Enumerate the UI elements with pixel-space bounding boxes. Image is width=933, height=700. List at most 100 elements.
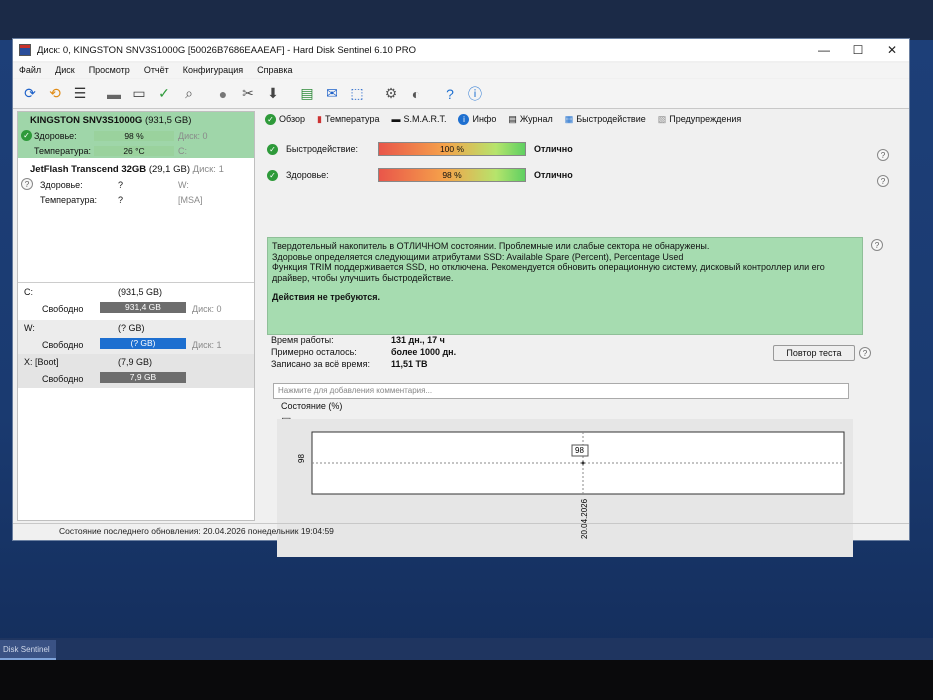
free-bar: 7,9 GB xyxy=(100,372,186,383)
performance-label: Быстродействие: xyxy=(286,144,359,154)
tab-overview[interactable]: ✓ Обзор xyxy=(261,113,309,125)
status-line: Здоровье определяется следующими атрибут… xyxy=(272,251,684,262)
performance-icon: ▦ xyxy=(564,113,574,124)
volume-name: X: [Boot] xyxy=(24,357,59,367)
thermometer-icon: ▮ xyxy=(317,113,322,124)
refresh-all-icon[interactable]: ⟲ xyxy=(44,83,66,105)
disk-ok-icon[interactable]: ✓ xyxy=(153,83,175,105)
tab-log[interactable]: ▤ Журнал xyxy=(504,114,556,125)
alerts-icon: ▧ xyxy=(657,113,667,124)
window-controls: — ☐ ✕ xyxy=(807,39,909,61)
menu-report[interactable]: Отчёт xyxy=(144,63,169,78)
tab-smart[interactable]: ▬ S.M.A.R.T. xyxy=(387,114,450,124)
ok-icon: ✓ xyxy=(267,143,278,155)
stat-value: 11,51 TB xyxy=(391,359,428,369)
free-label: Свободно xyxy=(42,304,84,314)
disk-item-jetflash[interactable]: JetFlash Transcend 32GB (29,1 GB) Диск: … xyxy=(18,161,254,207)
volume-disk: Диск: 0 xyxy=(192,304,222,314)
disk-name: KINGSTON SNV3S1000G xyxy=(30,114,143,126)
help-retest-icon[interactable]: ? xyxy=(859,347,871,359)
tab-performance[interactable]: ▦ Быстродействие xyxy=(561,114,650,125)
status-bar: Состояние последнего обновления: 20.04.2… xyxy=(13,523,909,539)
title-bar[interactable]: Диск: 0, KINGSTON SNV3S1000G [50026B7686… xyxy=(13,39,909,61)
menu-config[interactable]: Конфигурация xyxy=(183,63,243,78)
volume-name: C: xyxy=(24,287,33,297)
app-logo-icon xyxy=(19,44,31,56)
health-row: ✓ Здоровье: 98 % Отлично xyxy=(267,167,573,183)
performance-result: Отлично xyxy=(534,144,573,154)
toolbar: ⟳ ⟲ ☰ ▬ ▭ ✓ ⌕ ● ✂ ⬇ ▤ ✉ ⬚ ⚙ ◐ ? ⓘ xyxy=(13,79,909,109)
help-health-icon[interactable]: ? xyxy=(877,175,889,187)
temp-label: Температура: xyxy=(40,194,98,205)
log-icon: ▤ xyxy=(508,113,517,124)
volume-x-boot[interactable]: X: [Boot] (7,9 GB) Свободно 7,9 GB xyxy=(18,354,254,388)
tools-icon[interactable]: ✂ xyxy=(237,83,259,105)
menu-view[interactable]: Просмотр xyxy=(89,63,130,78)
disk-index: Диск: 1 xyxy=(192,163,224,175)
health-label: Здоровье: xyxy=(40,179,83,190)
disk-index: Диск: 0 xyxy=(178,130,208,141)
menu-help[interactable]: Справка xyxy=(257,63,292,78)
info-icon[interactable]: ⓘ xyxy=(464,83,486,105)
health-label: Здоровье: xyxy=(286,170,329,180)
smart-icon: ▬ xyxy=(391,114,401,124)
tab-alerts[interactable]: ▧ Предупреждения xyxy=(654,114,745,125)
status-action: Действия не требуются. xyxy=(272,292,380,302)
menu-file[interactable]: Файл xyxy=(19,63,41,78)
chart-y-tick: 98 xyxy=(297,454,306,463)
status-line: Твердотельный накопитель в ОТЛИЧНОМ сост… xyxy=(272,241,710,251)
chart-point-label: 98 xyxy=(575,446,584,455)
tab-temperature[interactable]: ▮ Температура xyxy=(313,114,383,125)
main-panel: ✓ Обзор ▮ Температура ▬ S.M.A.R.T. i Инфо ▤ Ж… xyxy=(261,111,897,557)
free-bar: (? GB) xyxy=(100,338,186,349)
disk-panel: KINGSTON SNV3S1000G (931,5 GB) ✓ Здоровь… xyxy=(17,111,255,521)
menu-disk[interactable]: Диск xyxy=(55,63,75,78)
disk-size: (931,5 GB) xyxy=(144,114,192,126)
desktop-top xyxy=(0,0,933,40)
performance-row: ✓ Быстродействие: 100 % Отлично xyxy=(267,141,573,157)
monitor-bezel xyxy=(0,660,933,700)
temp-label: Температура: xyxy=(34,145,92,156)
volume-disk: Диск: 1 xyxy=(192,340,222,350)
ok-icon: ✓ xyxy=(267,169,278,181)
health-result: Отлично xyxy=(534,170,573,180)
taskbar-app-button[interactable]: Disk Sentinel xyxy=(0,640,56,660)
disk-item-kingston[interactable]: KINGSTON SNV3S1000G (931,5 GB) ✓ Здоровь… xyxy=(18,112,254,158)
health-bar: 98 % xyxy=(378,168,526,182)
hdd-icon[interactable]: ● xyxy=(212,83,234,105)
unknown-status-icon: ? xyxy=(21,178,33,190)
usb-icon[interactable]: ⬇ xyxy=(262,83,284,105)
comment-input[interactable]: Нажмите для добавления комментария... xyxy=(273,383,849,399)
report-icon[interactable]: ▤ xyxy=(296,83,318,105)
drive-letter: C: xyxy=(178,145,187,156)
volume-w[interactable]: W: (? GB) Свободно (? GB) Диск: 1 xyxy=(18,320,254,354)
volume-c[interactable]: C: (931,5 GB) Свободно 931,4 GB Диск: 0 xyxy=(18,284,254,318)
minimize-button[interactable]: — xyxy=(807,39,841,61)
chart-title: Состояние (%) xyxy=(281,401,343,411)
status-line: Функция TRIM поддерживается SSD, но откл… xyxy=(272,262,825,283)
surface-test-icon[interactable]: ▭ xyxy=(128,83,150,105)
volume-size: (? GB) xyxy=(118,323,145,333)
retest-button[interactable]: Повтор теста xyxy=(773,345,855,361)
alerts-icon[interactable]: ◐ xyxy=(405,83,427,105)
help-performance-icon[interactable]: ? xyxy=(877,149,889,161)
tab-bar: ✓ Обзор ▮ Температура ▬ S.M.A.R.T. i Инфо ▤ Ж… xyxy=(261,111,897,127)
close-button[interactable]: ✕ xyxy=(875,39,909,61)
free-label: Свободно xyxy=(42,374,84,384)
free-bar: 931,4 GB xyxy=(100,302,186,313)
refresh-icon[interactable]: ⟳ xyxy=(19,83,41,105)
health-bar: 98 % xyxy=(94,131,174,141)
stat-value: 131 дн., 17 ч xyxy=(391,335,445,345)
tab-info[interactable]: i Инфо xyxy=(454,113,500,125)
list-icon[interactable]: ☰ xyxy=(69,83,91,105)
help-icon[interactable]: ? xyxy=(439,83,461,105)
disk-search-icon[interactable]: ⌕ xyxy=(178,83,200,105)
email-icon[interactable]: ✉ xyxy=(321,83,343,105)
disk-test-icon[interactable]: ▬ xyxy=(103,83,125,105)
maximize-button[interactable]: ☐ xyxy=(841,39,875,61)
free-label: Свободно xyxy=(42,340,84,350)
settings-icon[interactable]: ⚙ xyxy=(380,83,402,105)
help-status-icon[interactable]: ? xyxy=(871,239,883,251)
network-icon[interactable]: ⬚ xyxy=(346,83,368,105)
drive-letter: W: xyxy=(178,179,189,190)
